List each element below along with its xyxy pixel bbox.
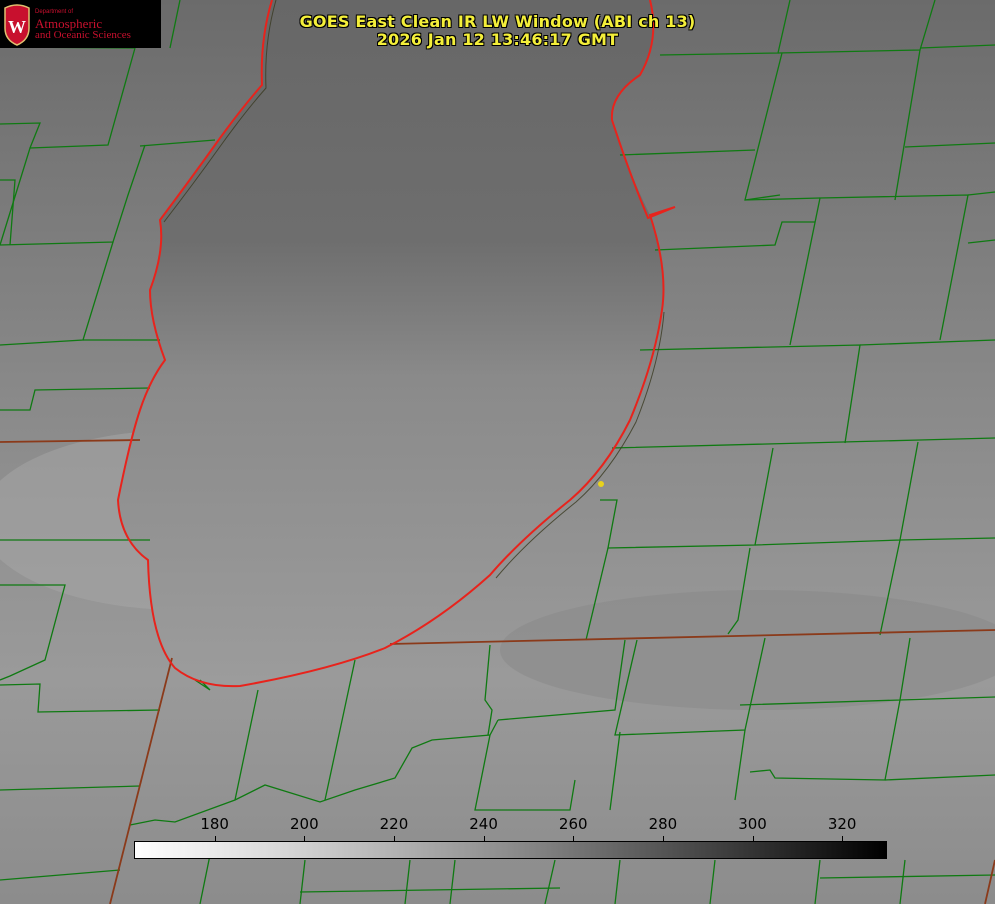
aos-logo: W Department of Atmospheric and Oceanic … [0,0,161,48]
colorbar-tick-mark [304,836,306,842]
colorbar-tick-label: 280 [648,815,678,833]
satellite-ir-map [0,0,995,904]
colorbar-tick-label: 260 [558,815,588,833]
colorbar-tick-label: 200 [289,815,319,833]
logo-name-line2: and Oceanic Sciences [35,29,131,41]
colorbar-tick-mark [483,836,485,842]
colorbar-tick-mark [662,836,664,842]
colorbar-tick-label: 220 [379,815,409,833]
colorbar-tick-mark [393,836,395,842]
logo-department: Department of [35,9,74,15]
colorbar-tick-mark [752,836,754,842]
colorbar-tick-label: 320 [827,815,857,833]
uw-seal-icon: W [4,4,30,46]
temperature-colorbar [134,841,887,859]
location-marker [598,481,604,487]
colorbar-tick-mark [842,836,844,842]
colorbar-tick-mark [214,836,216,842]
colorbar-tick-label: 240 [469,815,498,833]
colorbar-tick-label: 300 [738,815,767,833]
colorbar-tick-label: 180 [200,815,229,833]
colorbar-tick-mark [573,836,575,842]
svg-text:W: W [8,17,26,37]
